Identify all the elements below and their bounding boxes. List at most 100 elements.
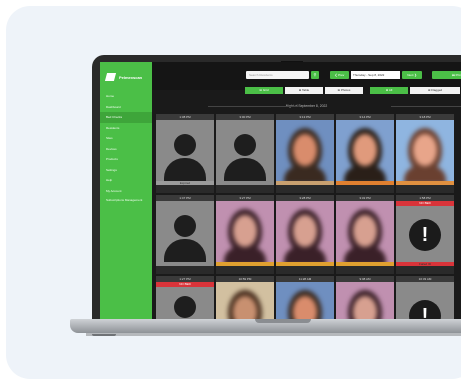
exclamation-icon: ! [409, 219, 441, 251]
logo-icon [104, 73, 117, 81]
bed-check-card[interactable]: 1:47 PM [156, 195, 214, 274]
face [353, 134, 377, 166]
avatar-head [234, 134, 256, 156]
sidebar-item-devices[interactable]: Devices [100, 144, 152, 155]
status-badge: NO BED [396, 201, 454, 206]
photo-blur [276, 120, 334, 184]
base-shadow [86, 333, 461, 336]
card-footer [336, 185, 394, 193]
prev-day-button[interactable]: ❮ Prev [330, 71, 349, 79]
search-input[interactable]: Search Residents [246, 71, 309, 79]
bed-check-card[interactable]: 1:27 PM NO BED [156, 276, 214, 322]
sidebar: Pelmexscan Home Dashboard Bed Checks Reside… [100, 62, 152, 322]
bed-check-card[interactable]: 1:38 PM Expired [156, 114, 214, 193]
card-footer [276, 185, 334, 193]
tab-1[interactable]: ⊞ Table [285, 87, 323, 94]
photo-blur [276, 282, 334, 322]
sidebar-item-sites[interactable]: Sites [100, 133, 152, 144]
face [233, 215, 257, 247]
bed-check-card[interactable]: 3:27 PM [216, 195, 274, 274]
avatar-head [174, 134, 196, 156]
bed-check-card[interactable]: 3:14 PM [336, 114, 394, 193]
card-footer [216, 266, 274, 274]
photo-blur [396, 120, 454, 184]
tab-0[interactable]: ⊞ Grid [245, 87, 283, 94]
bed-check-card[interactable]: 3:18 PM [396, 114, 454, 193]
resident-photo [336, 120, 394, 184]
resident-photo [276, 120, 334, 184]
search-icon: ⚲ [313, 72, 317, 77]
tab-2[interactable]: ⊞ Photos [325, 87, 363, 94]
sidebar-item-products[interactable]: Products [100, 154, 152, 165]
sidebar-item-subscriptions-management[interactable]: Subscriptions Management [100, 196, 144, 212]
bed-check-card[interactable]: 3:13 PM [276, 114, 334, 193]
card-footer [156, 185, 214, 193]
card-footer [276, 266, 334, 274]
bed-check-card[interactable]: 11:28 AM [276, 276, 334, 322]
card-footer [336, 266, 394, 274]
placeholder-avatar-icon [156, 201, 214, 262]
tab-3[interactable]: ⊞ All [370, 87, 408, 94]
sidebar-item-my-account[interactable]: My Account [100, 186, 152, 197]
sidebar-item-home[interactable]: Home [100, 91, 152, 102]
bed-check-card[interactable]: 3:32 PM [336, 195, 394, 274]
resident-photo [396, 120, 454, 184]
sidebar-item-dashboard[interactable]: Dashboard [100, 102, 152, 113]
card-footer [156, 266, 214, 274]
resident-photo [336, 201, 394, 265]
bed-check-card[interactable]: 9:08 AM [336, 276, 394, 322]
face [293, 134, 317, 166]
sidebar-item-bed-checks[interactable]: Bed Checks [100, 112, 152, 123]
sidebar-item-settings[interactable]: Settings [100, 165, 152, 176]
photo-blur [336, 120, 394, 184]
base-notch [255, 319, 311, 323]
top-toolbar: Search Residents ⚲ ❮ Prev Thursday - Sep… [152, 62, 461, 90]
status-badge: NO BED [156, 282, 214, 287]
brand-logo[interactable]: Pelmexscan [104, 73, 143, 81]
search-button[interactable]: ⚲ [311, 71, 319, 79]
alert-icon: ! [396, 282, 454, 322]
avatar-head [174, 215, 196, 237]
card-footer [216, 185, 274, 193]
sidebar-nav: Home Dashboard Bed Checks Residents Sites Dev… [100, 91, 152, 212]
placeholder-avatar-icon [216, 120, 274, 181]
card-footer [396, 266, 454, 274]
sidebar-item-help[interactable]: Help [100, 175, 152, 186]
placeholder-avatar-icon [156, 282, 214, 322]
photo-blur [336, 201, 394, 265]
avatar-head [174, 296, 196, 318]
face [413, 134, 437, 166]
view-tabs: ⊞ Grid ⊞ Table ⊞ Photos ⊞ All ⊞ Flagged [152, 87, 461, 100]
card-footer [396, 185, 454, 193]
bed-check-card[interactable]: 10:33 AM! [396, 276, 454, 322]
brand-name: Pelmexscan [119, 74, 143, 80]
photo-blur [216, 201, 274, 265]
resident-photo [276, 282, 334, 322]
resident-photo [216, 282, 274, 322]
photo-blur [276, 201, 334, 265]
placeholder-avatar-icon [156, 120, 214, 181]
tab-4[interactable]: ⊞ Flagged [410, 87, 460, 94]
next-day-button[interactable]: Next ❯ [402, 71, 422, 79]
avatar-body [224, 158, 266, 181]
sidebar-item-residents[interactable]: Residents [100, 123, 152, 134]
laptop-screen: Pelmexscan Home Dashboard Bed Checks Reside… [100, 62, 461, 322]
laptop-foot [92, 334, 116, 336]
photo-blur [336, 282, 394, 322]
avatar-body [164, 239, 206, 262]
bed-check-card[interactable]: 10:59 PM [216, 276, 274, 322]
face [293, 215, 317, 247]
resident-photo [336, 282, 394, 322]
print-button[interactable]: 🖶 Print [432, 71, 461, 79]
alert-icon: ! [396, 201, 454, 262]
bed-check-card[interactable]: 3:00 PM [216, 114, 274, 193]
bed-check-card[interactable]: 3:28 PM [276, 195, 334, 274]
night-title: Night of September 8, 2022 [152, 102, 461, 110]
face [353, 215, 377, 247]
resident-photo [216, 201, 274, 265]
bed-check-card[interactable]: 1:58 PM! NO BED Failed ID [396, 195, 454, 274]
date-field[interactable]: Thursday - Sep 8, 2022 [351, 71, 400, 79]
resident-photo [276, 201, 334, 265]
avatar-body [164, 158, 206, 181]
photo-blur [216, 282, 274, 322]
